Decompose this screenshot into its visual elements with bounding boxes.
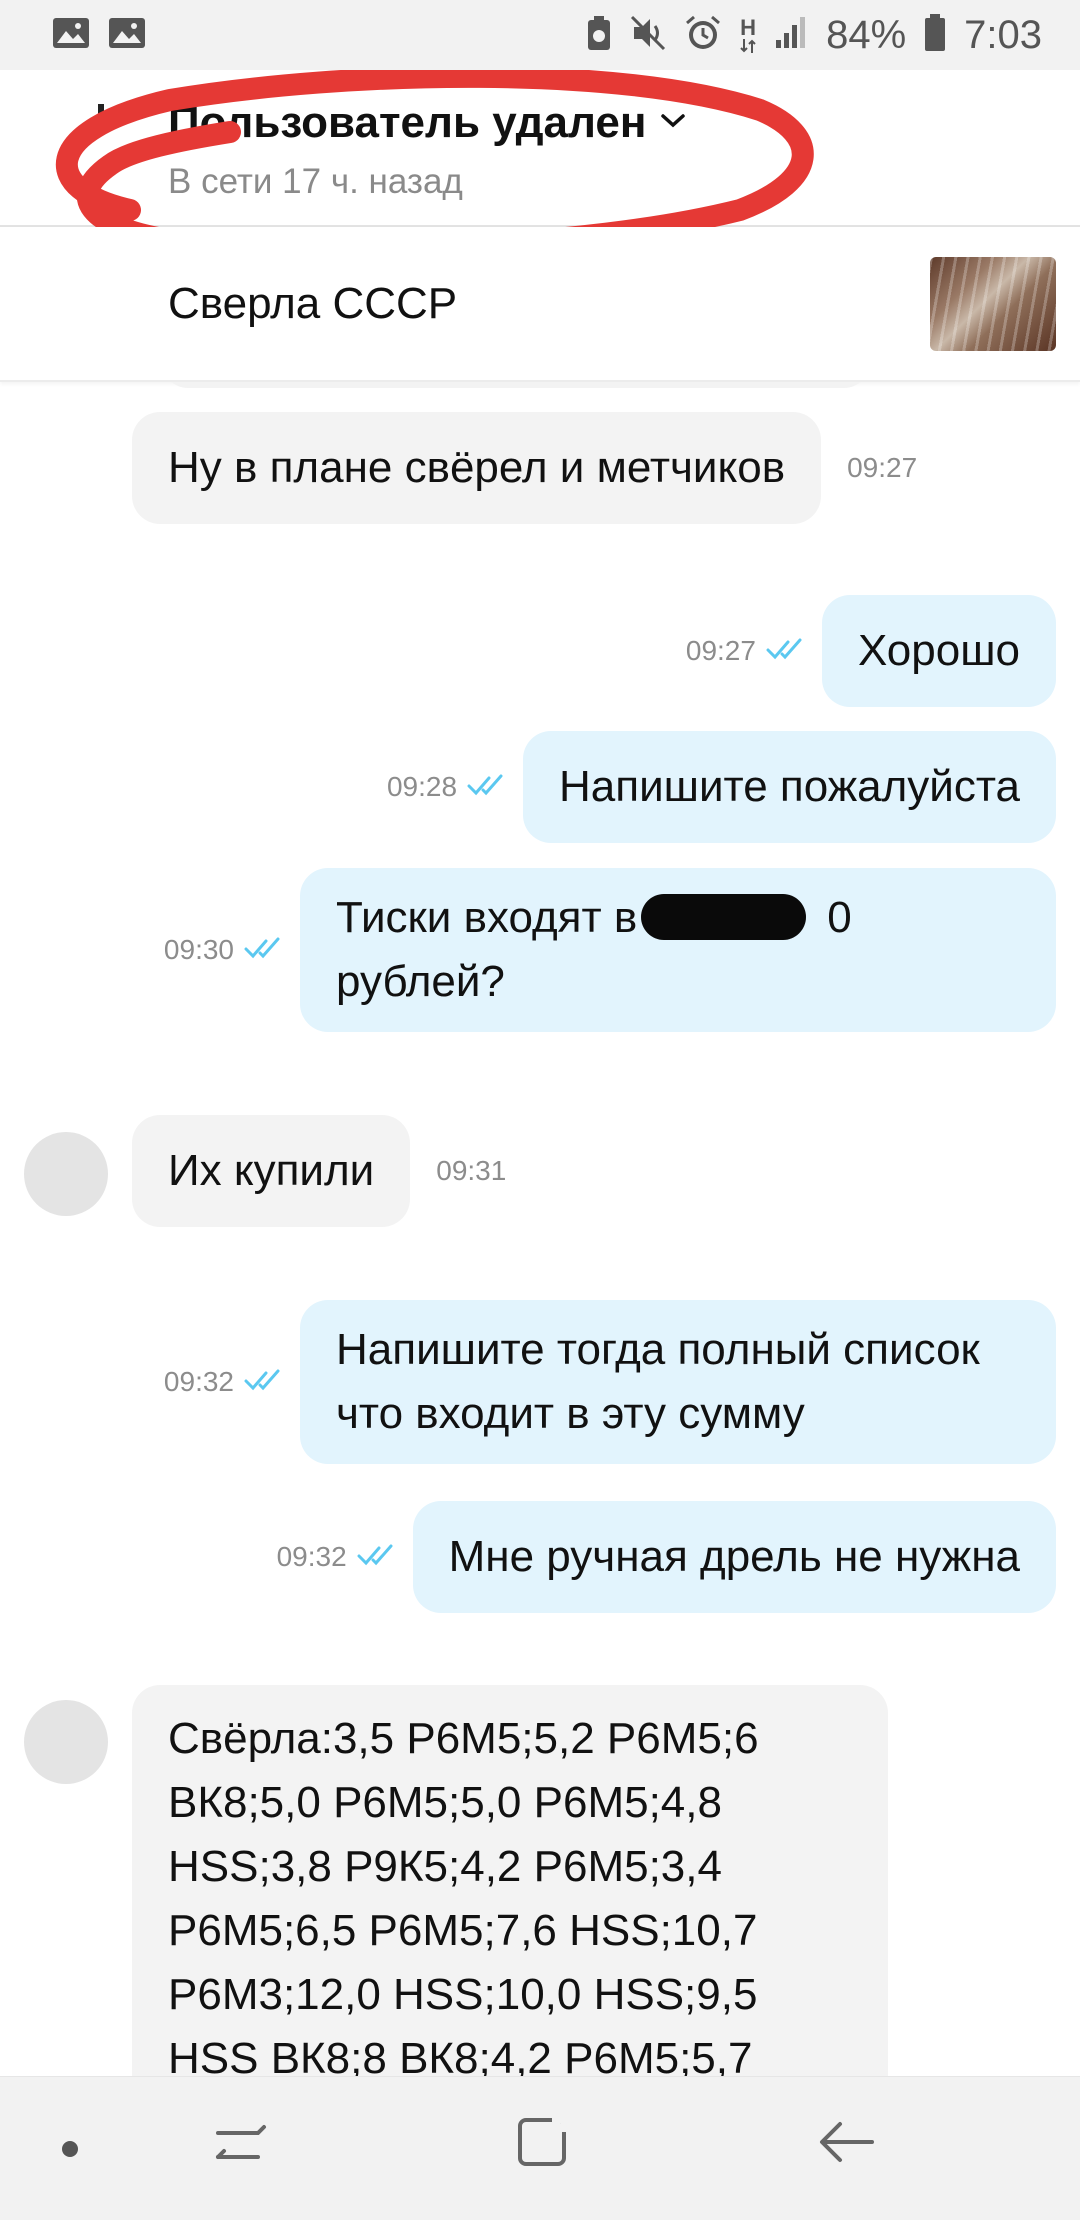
message-time: 09:27 (685, 635, 756, 666)
message-time: 09:28 (386, 771, 458, 802)
redaction-mark (641, 894, 807, 940)
incoming-message[interactable]: Ну в плане свёрел и метчиков 09:27 (132, 412, 917, 524)
outgoing-message[interactable]: 09:27 Хорошо (686, 595, 1056, 707)
screen: H 84% 7:03 Пользователь удален В сети 17… (0, 0, 1080, 2220)
dot-icon[interactable] (60, 2139, 80, 2164)
avatar[interactable] (24, 1132, 108, 1216)
chevron-down-icon (660, 112, 686, 135)
incoming-message[interactable]: Свёрла:3,5 Р6М5;5,2 Р6М5;6 ВК8;5,0 Р6М5;… (132, 1685, 888, 2076)
avatar[interactable] (24, 1700, 108, 1784)
message-text: Напишите тогда полный список что входит … (300, 1300, 1056, 1464)
double-check-icon (244, 1367, 284, 1398)
recent-apps-icon[interactable] (214, 2115, 268, 2174)
message-time: 09:32 (163, 1366, 234, 1397)
battery-percent: 84% (826, 12, 907, 57)
message-text: Свёрла:3,5 Р6М5;5,2 Р6М5;6 ВК8;5,0 Р6М5;… (132, 1685, 888, 2076)
message-text: Хорошо (821, 595, 1056, 707)
battery-saver-icon (586, 15, 612, 56)
back-icon[interactable] (818, 2115, 876, 2174)
clock: 7:03 (964, 12, 1042, 57)
message-time: 09:30 (163, 934, 234, 965)
listing-thumbnail[interactable] (930, 257, 1056, 351)
last-seen-status: В сети 17 ч. назад (168, 162, 463, 201)
status-bar: H 84% 7:03 (0, 0, 1080, 70)
outgoing-message[interactable]: 09:30 Тиски входят в 0 рублей? (164, 868, 1056, 1032)
signal-icon (774, 16, 808, 55)
redaction-area (637, 894, 827, 940)
outgoing-message[interactable]: 09:28 Напишите пожалуйста (387, 731, 1056, 843)
listing-title: Сверла СССР (168, 279, 458, 328)
double-check-icon (244, 935, 284, 966)
outgoing-message[interactable]: 09:32 Напишите тогда полный список что в… (164, 1300, 1056, 1464)
message-time: 09:32 (276, 1541, 347, 1572)
message-text: Тиски входят в 0 рублей? (300, 868, 1056, 1032)
back-arrow-icon[interactable] (98, 104, 104, 116)
message-text-start: Тиски входят в (336, 893, 638, 942)
previous-message-bubble (162, 382, 870, 388)
message-text: Ну в плане свёрел и метчиков (132, 412, 822, 524)
mute-icon (630, 15, 666, 56)
message-text: Их купили (132, 1115, 411, 1227)
navigation-bar (0, 2076, 1080, 2220)
image-icon (108, 17, 146, 54)
message-text: Мне ручная дрель не нужна (412, 1501, 1056, 1613)
contact-name-row[interactable]: Пользователь удален (168, 98, 686, 148)
battery-icon (924, 13, 946, 57)
message-list[interactable]: Ну в плане свёрел и метчиков 09:27 09:27… (0, 382, 1080, 2076)
home-icon[interactable] (515, 2115, 569, 2174)
message-text-end: 0 (827, 893, 852, 942)
incoming-message[interactable]: Их купили 09:31 (132, 1115, 506, 1227)
double-check-icon (467, 772, 507, 803)
message-text-line2: рублей? (336, 957, 505, 1006)
message-text: Напишите пожалуйста (523, 731, 1056, 843)
message-time: 09:27 (847, 452, 918, 483)
contact-name: Пользователь удален (168, 98, 647, 147)
network-h-icon: H (740, 17, 756, 53)
image-icon (52, 17, 90, 54)
chat-header: Пользователь удален В сети 17 ч. назад (0, 70, 1080, 271)
double-check-icon (357, 1542, 397, 1573)
double-check-icon (766, 636, 806, 667)
alarm-icon (684, 14, 722, 57)
message-time: 09:31 (436, 1155, 507, 1186)
listing-card[interactable]: Сверла СССР (0, 227, 1080, 382)
outgoing-message[interactable]: 09:32 Мне ручная дрель не нужна (277, 1501, 1056, 1613)
